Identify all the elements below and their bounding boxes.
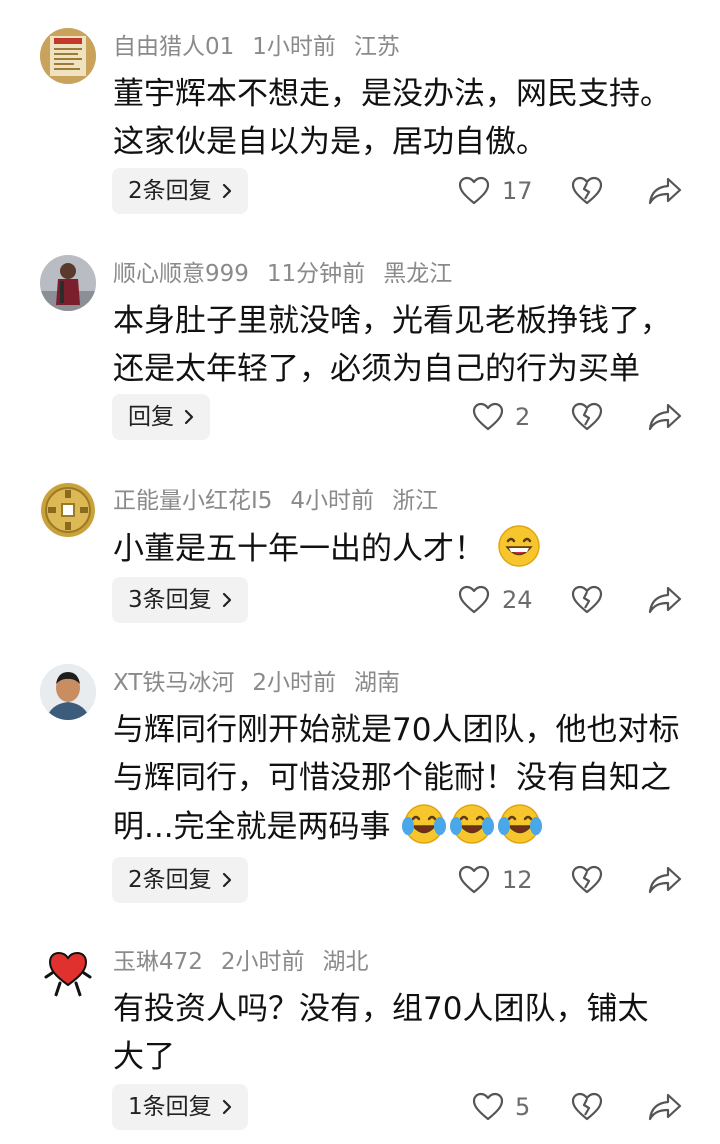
timestamp: 11分钟前 [266,261,366,287]
share-arrow-icon[interactable] [648,176,682,206]
timestamp: 4小时前 [290,488,375,514]
avatar[interactable] [40,255,96,311]
username[interactable]: 正能量小红花I5 [113,488,272,514]
like-count: 24 [502,586,533,614]
heart-outline-icon[interactable] [458,176,490,206]
tears-of-joy-emoji [402,804,447,844]
avatar[interactable] [40,664,96,720]
like-count: 5 [515,1093,531,1121]
like-count: 12 [502,866,533,894]
broken-heart-icon[interactable] [571,176,603,206]
comment-meta: 自由猎人01 1小时前 江苏 [113,32,418,62]
location: 湖南 [354,670,401,696]
share-arrow-icon[interactable] [648,865,682,895]
share-arrow-icon[interactable] [648,585,682,615]
timestamp: 2小时前 [220,949,305,975]
grin-emoji [498,525,540,567]
location: 湖北 [322,949,369,975]
timestamp: 2小时前 [252,670,337,696]
timestamp: 1小时前 [252,34,336,60]
avatar[interactable] [40,28,96,84]
heart-outline-icon[interactable] [458,585,490,615]
comment-meta: 玉琳472 2小时前 湖北 [113,947,387,977]
like-count: 17 [502,177,533,205]
tears-of-joy-emoji [498,804,543,844]
username[interactable]: 自由猎人01 [113,34,234,60]
avatar[interactable] [40,943,96,999]
location: 江苏 [353,34,400,60]
comment-text: 小董是五十年一出的人才！ [113,524,693,573]
location: 浙江 [392,488,439,514]
broken-heart-icon[interactable] [571,585,603,615]
username[interactable]: 玉琳472 [113,949,203,975]
share-arrow-icon[interactable] [648,402,682,432]
broken-heart-icon[interactable] [571,1092,603,1122]
broken-heart-icon[interactable] [571,402,603,432]
like-count: 2 [515,403,531,431]
comment-meta: XT铁马冰河 2小时前 湖南 [113,668,418,698]
heart-outline-icon[interactable] [472,1092,504,1122]
share-arrow-icon[interactable] [648,1092,682,1122]
comment-text: 有投资人吗？没有，组70人团队，铺太大了 [113,991,649,1075]
comment-text: 与辉同行刚开始就是70人团队，他也对标与辉同行，可惜没那个能耐！没有自知之明..… [113,712,680,845]
broken-heart-icon[interactable] [571,865,603,895]
tears-of-joy-emoji [450,804,495,844]
avatar[interactable] [40,482,96,538]
location: 黑龙江 [383,261,453,287]
heart-outline-icon[interactable] [472,402,504,432]
comment-meta: 顺心顺意999 11分钟前 黑龙江 [113,259,470,289]
username[interactable]: XT铁马冰河 [113,670,234,696]
comment-text: 董宇辉本不想走，是没办法，网民支持。这家伙是自以为是，居功自傲。 [113,76,671,160]
username[interactable]: 顺心顺意999 [113,261,249,287]
comment-text: 本身肚子里就没啥，光看见老板挣钱了，还是太年轻了，必须为自己的行为买单 [113,303,671,387]
comment-meta: 正能量小红花I5 4小时前 浙江 [113,486,456,516]
heart-outline-icon[interactable] [458,865,490,895]
